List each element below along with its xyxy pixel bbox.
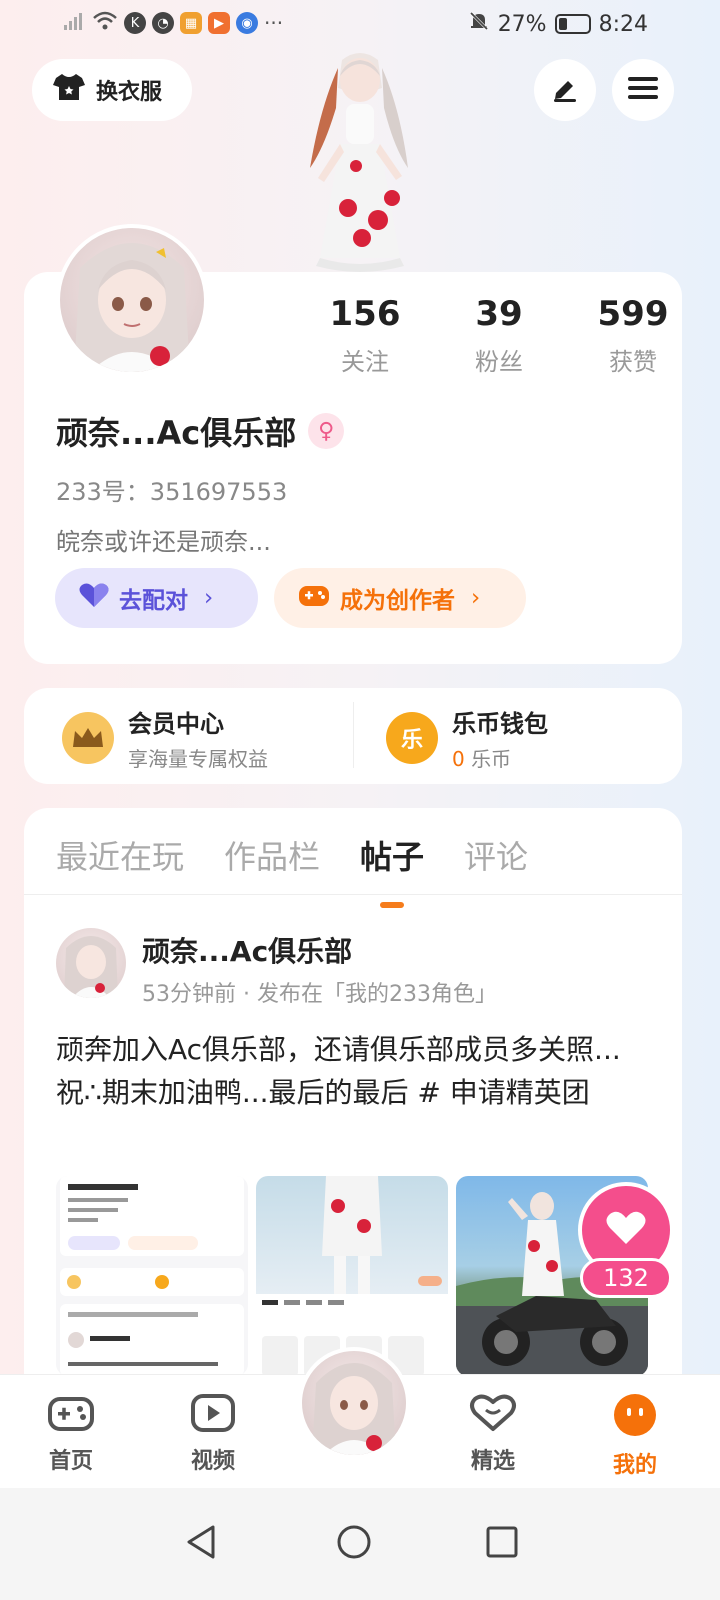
tab-featured-label: 精选 (470, 1449, 515, 1474)
wifi-icon (92, 10, 118, 36)
coin-unit: 乐币 (471, 747, 512, 771)
app-play-icon: ▶ (208, 12, 230, 34)
content-card: 最近在玩 作品栏 帖子 评论 顽奈...Ac俱乐部 53分钟前 · 发布在「我的… (24, 808, 682, 1408)
clock: 8:24 (598, 11, 648, 37)
gamepad-icon (298, 582, 330, 614)
tab-comments[interactable]: 评论 (464, 832, 528, 878)
member-center-subtitle: 享海量专属权益 (128, 747, 268, 771)
home-button[interactable] (322, 1512, 386, 1576)
coin-wallet-entry[interactable]: 乐 乐币钱包 0 乐币 (386, 704, 548, 772)
followers-label: 粉丝 (475, 348, 523, 376)
menu-button[interactable] (612, 59, 674, 121)
heart-icon (79, 582, 109, 614)
recents-button[interactable] (470, 1512, 534, 1576)
coin-icon-char: 乐 (400, 728, 423, 753)
post-image-screenshot[interactable] (56, 1176, 248, 1376)
tab-mine-label: 我的 (612, 1453, 657, 1478)
tab-home[interactable]: 首页 (26, 1393, 116, 1475)
tab-posts[interactable]: 帖子 (360, 832, 424, 878)
heart-smile-icon (469, 1393, 517, 1437)
tab-home-label: 首页 (48, 1449, 93, 1474)
become-creator-label: 成为创作者 (340, 588, 455, 614)
profile-stats: 156 关注 39 粉丝 599 获赞 (298, 294, 700, 377)
chevron-right-icon: › (204, 585, 214, 611)
more-notifications-icon: ··· (264, 11, 284, 35)
following-count: 156 (329, 294, 401, 334)
recents-square-icon (485, 1525, 519, 1563)
back-triangle-icon (185, 1524, 219, 1564)
post-body[interactable]: 顽奔加入Ac俱乐部，还请俱乐部成员多关照...祝∴期末加油鸭...最后的最后 #… (56, 1028, 646, 1114)
pen-icon (550, 73, 580, 107)
post-meta: 53分钟前 · 发布在「我的233角色」 (142, 982, 497, 1007)
app-globe-icon: ◉ (236, 12, 258, 34)
become-creator-button[interactable]: 成为创作者 › (274, 568, 526, 628)
center-avatar-button[interactable] (298, 1347, 410, 1459)
coin-wallet-title: 乐币钱包 (452, 710, 548, 738)
avatar-3d-character[interactable] (280, 48, 440, 273)
play-icon (189, 1393, 237, 1437)
profile-nickname: 顽奈...Ac俱乐部 (56, 414, 297, 452)
bottom-tab-bar: 首页 视频 精选 我的 (0, 1347, 720, 1488)
heart-icon (606, 1210, 646, 1250)
battery-percent: 27% (497, 11, 547, 37)
post-image-outfit[interactable] (256, 1176, 448, 1376)
signal-icon (62, 10, 86, 36)
back-button[interactable] (170, 1512, 234, 1576)
like-count: 132 (580, 1258, 672, 1298)
crown-icon (62, 712, 114, 764)
tab-video[interactable]: 视频 (168, 1393, 258, 1475)
change-outfit-button[interactable]: 换衣服 (32, 59, 192, 121)
app-chat-icon: ◔ (152, 12, 174, 34)
battery-icon (554, 14, 591, 34)
tabs-divider (24, 894, 682, 895)
divider (353, 702, 354, 768)
stat-likes[interactable]: 599 获赞 (566, 294, 700, 377)
tab-recently-played[interactable]: 最近在玩 (56, 832, 184, 878)
tab-featured[interactable]: 精选 (448, 1393, 538, 1475)
tab-mine[interactable]: 我的 (590, 1393, 680, 1479)
profile-nickname-row: 顽奈...Ac俱乐部 ♀ (56, 408, 345, 454)
post-images (56, 1176, 648, 1376)
tshirt-icon (52, 72, 86, 108)
likes-label: 获赞 (609, 348, 657, 376)
profile-uid: 233号：351697553 (56, 478, 288, 506)
stat-followers[interactable]: 39 粉丝 (432, 294, 566, 377)
coin-icon: 乐 (386, 712, 438, 764)
post-author-avatar[interactable] (56, 928, 126, 998)
match-button[interactable]: 去配对 › (55, 568, 258, 628)
member-wallet-card: 会员中心 享海量专属权益 乐 乐币钱包 0 乐币 (24, 688, 682, 784)
edit-profile-button[interactable] (534, 59, 596, 121)
member-center-entry[interactable]: 会员中心 享海量专属权益 (62, 704, 268, 772)
profile-bio: 皖奈或许还是顽奈... (56, 528, 271, 556)
status-icons-left: K ◔ ▦ ▶ ◉ ··· (62, 10, 283, 36)
status-bar: K ◔ ▦ ▶ ◉ ··· 27% 8:24 (0, 0, 720, 50)
following-label: 关注 (341, 348, 389, 376)
match-label: 去配对 (119, 588, 188, 614)
hamburger-icon (628, 75, 658, 105)
system-nav-bar (0, 1488, 720, 1600)
likes-count: 599 (597, 294, 669, 334)
coin-wallet-balance: 0 乐币 (452, 743, 548, 772)
smiley-face-icon (612, 1393, 658, 1441)
post-author-name[interactable]: 顽奈...Ac俱乐部 (142, 930, 352, 970)
member-center-title: 会员中心 (128, 710, 224, 738)
app-k-icon: K (124, 12, 146, 34)
gamepad-icon (47, 1393, 95, 1437)
female-gender-icon: ♀ (308, 413, 345, 449)
tab-video-label: 视频 (190, 1449, 235, 1474)
tab-works[interactable]: 作品栏 (224, 832, 320, 878)
chevron-right-icon: › (471, 585, 481, 611)
home-circle-icon (336, 1524, 372, 1564)
mute-bell-icon (468, 10, 490, 38)
status-icons-right: 27% 8:24 (468, 10, 648, 38)
profile-tabs: 最近在玩 作品栏 帖子 评论 (56, 832, 528, 878)
followers-count: 39 (475, 294, 523, 334)
coin-amount: 0 (452, 747, 465, 771)
profile-avatar[interactable] (56, 224, 208, 376)
change-outfit-label: 换衣服 (96, 80, 163, 105)
app-grid-icon: ▦ (180, 12, 202, 34)
stat-following[interactable]: 156 关注 (298, 294, 432, 377)
